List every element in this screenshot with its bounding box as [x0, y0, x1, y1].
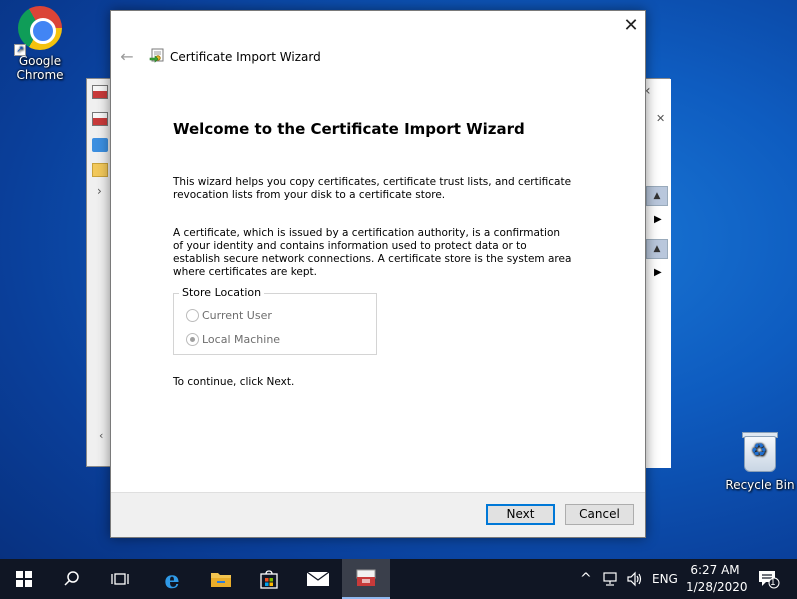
mmc-console-icon: [92, 112, 108, 126]
network-icon: [603, 572, 617, 586]
radio-label: Current User: [202, 309, 272, 322]
task-view-icon: [111, 573, 129, 585]
desktop-icon-label: Google Chrome: [16, 54, 64, 82]
back-arrow-icon[interactable]: ←: [117, 47, 137, 67]
desktop-icon-label: Recycle Bin: [725, 478, 795, 492]
shortcut-arrow-icon: ↗: [14, 44, 26, 56]
dialog-title: Certificate Import Wizard: [170, 50, 321, 64]
radio-local-machine[interactable]: Local Machine: [186, 333, 280, 346]
recycle-bin-icon: ♻: [740, 430, 780, 474]
dialog-footer: Next Cancel: [111, 492, 645, 537]
bg-scroll-up-icon[interactable]: ▲: [646, 239, 668, 259]
next-button[interactable]: Next: [486, 504, 555, 525]
clock[interactable]: 6:27 AM 1/28/2020: [686, 562, 748, 596]
bg-scroll-left-icon[interactable]: ‹: [99, 429, 103, 442]
continue-instruction: To continue, click Next.: [173, 376, 295, 388]
show-hidden-icons-button[interactable]: ^: [580, 559, 592, 599]
search-icon: [64, 571, 79, 586]
network-button[interactable]: [602, 559, 620, 599]
bg-expand-arrow-icon[interactable]: ▶: [654, 267, 662, 278]
taskbar-edge[interactable]: e: [148, 559, 196, 599]
clock-time: 6:27 AM: [690, 563, 740, 577]
close-button[interactable]: ✕: [617, 13, 645, 39]
taskbar-mail[interactable]: [294, 559, 342, 599]
notification-count-badge: 1: [770, 578, 776, 588]
desktop-icon-recycle-bin[interactable]: ♻ Recycle Bin: [722, 430, 797, 492]
taskbar-store[interactable]: [245, 559, 293, 599]
store-bag-icon: [260, 570, 278, 589]
volume-button[interactable]: [626, 559, 644, 599]
back-arrow-icon[interactable]: [92, 138, 108, 152]
folder-icon: [211, 573, 231, 587]
desktop-icon-chrome[interactable]: ↗ Google Chrome: [2, 6, 78, 82]
edge-icon: e: [164, 564, 180, 594]
chevron-up-icon: ^: [580, 571, 592, 587]
store-location-legend: Store Location: [179, 286, 265, 299]
volume-icon: [627, 571, 642, 587]
intro-paragraph: This wizard helps you copy certificates,…: [173, 176, 572, 201]
radio-current-user[interactable]: Current User: [186, 309, 272, 322]
mmc-console-icon: [356, 569, 376, 586]
taskbar-mmc-console[interactable]: [342, 559, 390, 599]
task-view-button[interactable]: [96, 559, 144, 599]
folder-icon: [92, 163, 108, 177]
input-language-button[interactable]: ENG: [652, 559, 678, 599]
certificate-icon: [149, 48, 164, 63]
clock-date: 1/28/2020: [686, 580, 748, 594]
bg-expand-chevron-icon[interactable]: ›: [97, 184, 102, 198]
search-button[interactable]: [48, 559, 96, 599]
taskbar: e ^ ENG 6:27 AM 1/28/2020 1: [0, 559, 797, 599]
notification-icon: [759, 571, 780, 589]
bg-expand-arrow-icon[interactable]: ▶: [654, 214, 662, 225]
radio-label: Local Machine: [202, 333, 281, 346]
mmc-console-icon: [92, 85, 108, 99]
action-center-button[interactable]: 1: [758, 559, 780, 599]
cancel-button[interactable]: Cancel: [565, 504, 634, 525]
taskbar-file-explorer[interactable]: [197, 559, 245, 599]
certificate-import-wizard-dialog: ✕ ← Certificate Import Wizard Welcome to…: [110, 10, 646, 538]
radio-circle-checked-icon: [186, 333, 199, 346]
windows-logo-icon: [16, 571, 32, 587]
page-heading: Welcome to the Certificate Import Wizard: [173, 120, 525, 138]
bg-inner-close-icon[interactable]: ✕: [656, 112, 665, 125]
bg-scroll-up-icon[interactable]: ▲: [646, 186, 668, 206]
store-location-group: Store Location Current User Local Machin…: [173, 286, 377, 355]
mail-icon: [306, 571, 330, 586]
description-paragraph: A certificate, which is issued by a cert…: [173, 227, 572, 278]
radio-circle-icon: [186, 309, 199, 322]
start-button[interactable]: [0, 559, 48, 599]
